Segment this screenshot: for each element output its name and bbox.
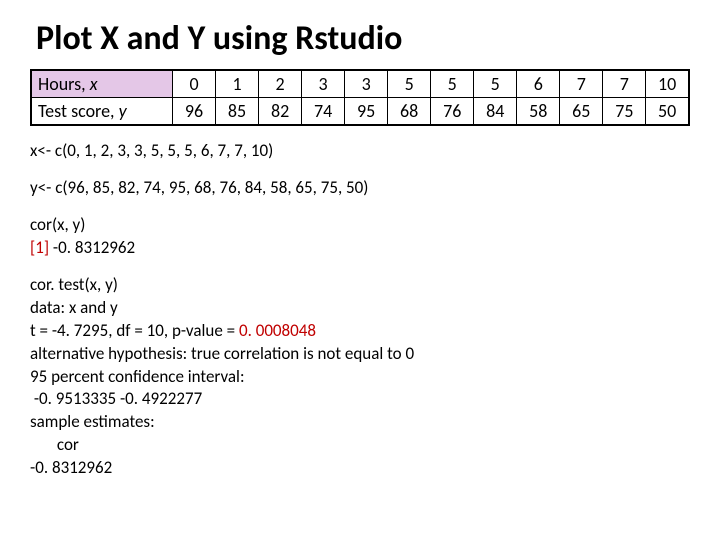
cor-out-prefix: [1] (30, 237, 53, 258)
code-line: sample estimates: (30, 411, 690, 434)
code-line: data: x and y (30, 297, 690, 320)
cell: 5 (431, 70, 474, 98)
cor-out-val: -0. 8312962 (53, 237, 135, 258)
code-line: t = -4. 7295, df = 10, p-value = 0. 0008… (30, 320, 690, 343)
t-line-prefix: t = -4. 7295, df = 10, p-value = (30, 320, 239, 341)
data-table: Hours, x 0 1 2 3 3 5 5 5 6 7 7 10 Test s… (30, 69, 690, 126)
cell: 85 (216, 98, 259, 126)
code-line: cor. test(x, y) (30, 274, 690, 297)
code-x-assign: x<- c(0, 1, 2, 3, 3, 5, 5, 5, 6, 7, 7, 1… (30, 140, 690, 163)
code-line: cor (30, 434, 690, 457)
cell: 68 (388, 98, 431, 126)
cell: 0 (173, 70, 216, 98)
code-line: -0. 9513335 -0. 4922277 (30, 388, 690, 411)
cell: 75 (603, 98, 646, 126)
cell: 3 (345, 70, 388, 98)
cell: 10 (646, 70, 689, 98)
row-label-hours: Hours, x (31, 70, 173, 98)
cell: 7 (603, 70, 646, 98)
row-label-hours-var: x (90, 73, 98, 95)
cell: 6 (517, 70, 560, 98)
row-label-score-var: y (119, 100, 127, 122)
code-line: 95 percent confidence interval: (30, 366, 690, 389)
code-y-assign: y<- c(96, 85, 82, 74, 95, 68, 76, 84, 58… (30, 177, 690, 200)
cell: 2 (259, 70, 302, 98)
code-cortest: cor. test(x, y) data: x and y t = -4. 72… (30, 274, 690, 480)
cell: 82 (259, 98, 302, 126)
code-line: -0. 8312962 (30, 457, 690, 480)
code-line: x<- c(0, 1, 2, 3, 3, 5, 5, 5, 6, 7, 7, 1… (30, 140, 690, 163)
cell: 7 (560, 70, 603, 98)
code-line: alternative hypothesis: true correlation… (30, 343, 690, 366)
row-label-score-text: Test score, (38, 100, 119, 122)
cell: 1 (216, 70, 259, 98)
cell: 50 (646, 98, 689, 126)
row-label-score: Test score, y (31, 98, 173, 126)
cell: 74 (302, 98, 345, 126)
table-row-y: Test score, y 96 85 82 74 95 68 76 84 58… (31, 98, 689, 126)
cell: 84 (474, 98, 517, 126)
cell: 58 (517, 98, 560, 126)
cell: 76 (431, 98, 474, 126)
slide-title: Plot X and Y using Rstudio (36, 18, 690, 59)
code-line: cor(x, y) (30, 214, 690, 237)
code-line: [1] -0. 8312962 (30, 237, 690, 260)
code-cor: cor(x, y) [1] -0. 8312962 (30, 214, 690, 260)
cell: 65 (560, 98, 603, 126)
cell: 95 (345, 98, 388, 126)
cell: 5 (388, 70, 431, 98)
cell: 96 (173, 98, 216, 126)
table-row-x: Hours, x 0 1 2 3 3 5 5 5 6 7 7 10 (31, 70, 689, 98)
cell: 3 (302, 70, 345, 98)
cell: 5 (474, 70, 517, 98)
code-line: y<- c(96, 85, 82, 74, 95, 68, 76, 84, 58… (30, 177, 690, 200)
p-value: 0. 0008048 (239, 320, 316, 341)
row-label-hours-text: Hours, (38, 73, 90, 95)
